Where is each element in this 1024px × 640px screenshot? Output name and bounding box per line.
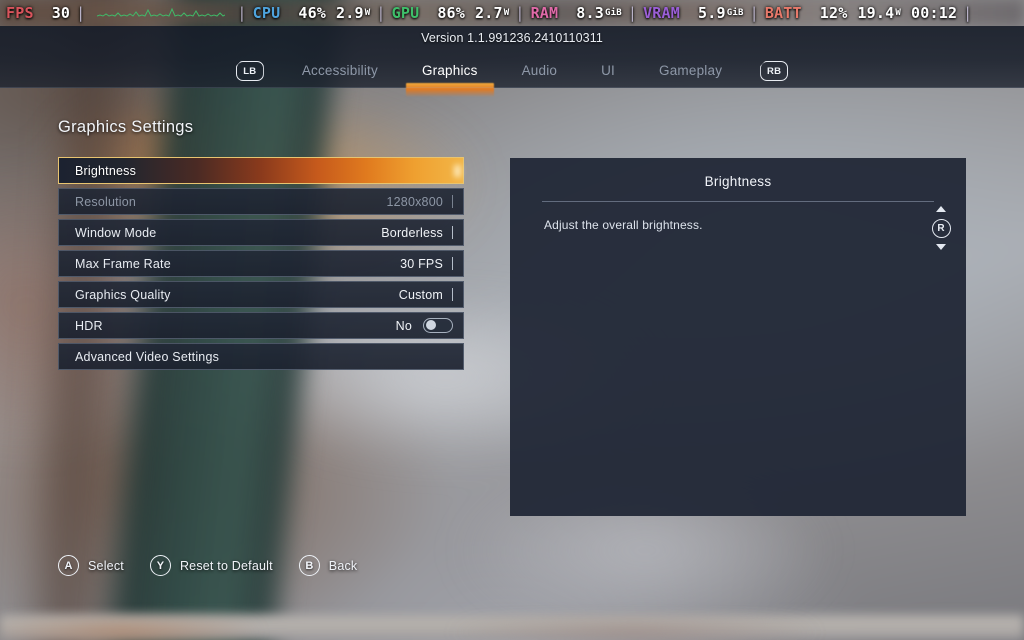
tab-ui[interactable]: UI [579, 56, 637, 86]
button-hints: A Select Y Reset to Default B Back [58, 555, 357, 576]
vram-label: VRAM [643, 4, 681, 22]
ram-label: RAM [530, 4, 559, 22]
setting-label-window-mode: Window Mode [75, 225, 157, 240]
battery-power-value: 19.4 [857, 4, 895, 22]
cpu-label: CPU [252, 4, 281, 22]
perf-separator-4: | [515, 4, 525, 22]
hdr-toggle-switch[interactable] [423, 318, 453, 333]
setting-row-advanced-video-settings[interactable]: Advanced Video Settings [58, 343, 464, 370]
perf-separator-5: | [627, 4, 638, 22]
ram-unit: GiB [604, 8, 622, 18]
y-button-icon: Y [149, 555, 171, 576]
battery-percent-value: 12% [819, 4, 848, 22]
page-title: Graphics Settings [58, 118, 194, 136]
ram-value: 8.3 [576, 4, 604, 22]
performance-overlay: FPS 30 | | CPU 46% 2.9 W | GPU 86% 2.7 W |… [0, 0, 1024, 26]
vram-unit: GiB [726, 8, 744, 18]
fps-graph-icon [97, 7, 226, 17]
setting-row-window-mode[interactable]: Window Mode Borderless [58, 219, 464, 246]
setting-row-brightness[interactable]: Brightness [58, 157, 464, 184]
setting-value-window-mode: Borderless [381, 225, 443, 240]
setting-value-graphics-quality: Custom [398, 287, 443, 302]
tab-graphics[interactable]: Graphics [400, 56, 500, 86]
gpu-power-value: 2.7 [475, 4, 503, 22]
cpu-usage-value: 46% [298, 4, 327, 22]
setting-value-hdr: No [395, 318, 412, 333]
perf-separator-1: | [76, 4, 86, 22]
b-button-icon: B [298, 555, 320, 576]
chevron-right-icon [452, 288, 453, 301]
perf-separator-2: | [237, 4, 247, 22]
setting-row-max-frame-rate[interactable]: Max Frame Rate 30 FPS [58, 250, 464, 277]
a-button-icon: A [58, 555, 79, 576]
chevron-right-icon [452, 195, 453, 208]
toggle-knob [426, 320, 436, 331]
setting-value-resolution: 1280x800 [386, 194, 443, 209]
battery-power-unit: W [895, 8, 902, 18]
hint-label-back: Back [328, 558, 358, 573]
battery-time-value: 00:12 [911, 4, 958, 22]
chevron-right-icon [452, 226, 453, 239]
setting-label-hdr: HDR [75, 318, 103, 333]
perf-separator-3: | [376, 4, 386, 22]
setting-row-hdr[interactable]: HDR No [58, 312, 464, 339]
hint-reset-to-default[interactable]: Y Reset to Default [149, 555, 273, 576]
setting-label-resolution: Resolution [75, 194, 137, 209]
right-bumper-icon[interactable]: RB [760, 61, 789, 81]
settings-header: Version 1.1.991236.2410110311 LB Accessi… [0, 26, 1024, 88]
cpu-power-value: 2.9 [336, 4, 364, 22]
info-panel-title: Brightness [704, 174, 772, 189]
setting-label-graphics-quality: Graphics Quality [75, 287, 171, 302]
fps-value: 30 [51, 4, 71, 22]
setting-value-max-frame-rate: 30 FPS [400, 256, 443, 271]
hint-select[interactable]: A Select [58, 555, 124, 576]
tab-bar: LB Accessibility Graphics Audio UI Gamep… [0, 54, 1024, 88]
setting-label-advanced-video-settings: Advanced Video Settings [75, 349, 220, 364]
gpu-power-unit: W [503, 8, 510, 18]
battery-label: BATT [764, 4, 802, 22]
left-bumper-icon[interactable]: LB [235, 61, 264, 81]
tab-gameplay[interactable]: Gameplay [637, 56, 744, 86]
arrow-down-icon [936, 244, 946, 250]
gpu-usage-value: 86% [437, 4, 466, 22]
gpu-label: GPU [391, 4, 420, 22]
info-panel: Brightness Adjust the overall brightness… [510, 158, 966, 516]
tab-audio[interactable]: Audio [500, 56, 580, 86]
hint-label-select: Select [88, 558, 124, 573]
hint-back[interactable]: B Back [298, 555, 358, 576]
info-panel-divider [542, 201, 934, 202]
info-panel-description: Adjust the overall brightness. [544, 218, 703, 232]
setting-label-brightness: Brightness [75, 163, 137, 178]
setting-row-graphics-quality[interactable]: Graphics Quality Custom [58, 281, 464, 308]
version-label: Version 1.1.991236.2410110311 [421, 31, 603, 45]
right-stick-button-icon: R [931, 218, 951, 238]
perf-separator-6: | [749, 4, 759, 22]
cpu-power-unit: W [364, 8, 371, 18]
background-bottom-accent [0, 622, 1024, 640]
tab-accessibility[interactable]: Accessibility [280, 56, 400, 86]
hint-label-reset-to-default: Reset to Default [179, 558, 273, 573]
setting-label-max-frame-rate: Max Frame Rate [75, 256, 171, 271]
fps-label: FPS [6, 4, 34, 22]
right-stick-scroll-icon: R [928, 206, 954, 250]
setting-row-resolution[interactable]: Resolution 1280x800 [58, 188, 464, 215]
settings-list: Brightness Resolution 1280x800 Window Mo… [58, 157, 464, 374]
vram-value: 5.9 [698, 4, 726, 22]
chevron-right-icon [452, 257, 453, 270]
arrow-up-icon [936, 206, 946, 212]
perf-separator-7: | [963, 4, 973, 22]
